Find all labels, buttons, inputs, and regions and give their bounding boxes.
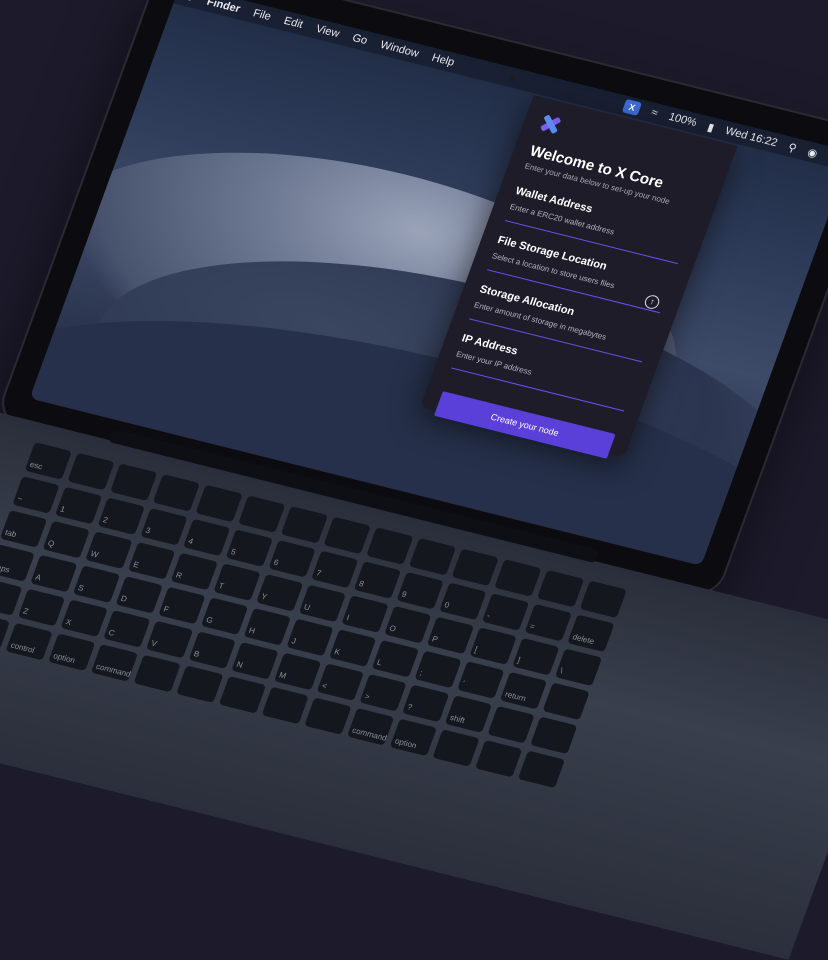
keyboard-key: 1 — [54, 486, 103, 525]
keyboard-key: M — [274, 652, 322, 691]
keyboard-key: return — [499, 671, 548, 710]
keyboard-key: A — [30, 554, 78, 593]
keyboard-key: option — [389, 718, 437, 757]
keyboard-key — [238, 495, 286, 533]
keyboard-key: U — [298, 584, 346, 623]
keyboard-key: R — [170, 552, 218, 591]
menu-app-finder[interactable]: Finder — [205, 0, 242, 15]
keyboard-key — [451, 548, 499, 587]
keyboard-key: control — [5, 622, 53, 661]
keyboard-key: delete — [567, 614, 615, 653]
keyboard-key: ; — [414, 650, 462, 689]
apple-icon[interactable]: ● — [184, 0, 196, 5]
keyboard-key — [366, 527, 414, 565]
menu-file[interactable]: File — [251, 7, 272, 23]
keyboard-key — [133, 654, 181, 693]
keyboard-key: ] — [512, 637, 560, 676]
keyboard-key: D — [115, 576, 163, 614]
keyboard-key: ? — [402, 684, 450, 723]
keyboard-key: 9 — [396, 571, 444, 610]
keyboard-key — [530, 716, 578, 755]
keyboard-key: = — [524, 603, 572, 642]
keyboard-key: S — [72, 565, 121, 604]
keyboard-key: X — [60, 599, 108, 638]
menu-help[interactable]: Help — [430, 52, 456, 69]
keyboard-key: ~ — [12, 476, 60, 514]
keyboard-key — [323, 516, 371, 555]
keyboard-key: O — [384, 605, 432, 644]
keyboard-key: 4 — [183, 518, 231, 557]
keyboard-key: I — [341, 595, 389, 633]
wifi-icon[interactable]: ≈ — [649, 107, 659, 120]
x-core-logo-icon — [537, 112, 563, 136]
keyboard-key: option — [48, 633, 96, 672]
keyboard-key: 8 — [353, 561, 402, 599]
keyboard-key — [537, 569, 585, 608]
keyboard-key: P — [426, 616, 475, 655]
keyboard-key — [195, 484, 243, 523]
keyboard-key — [408, 537, 457, 576]
keyboard-key — [579, 580, 627, 619]
keyboard-key: Z — [17, 588, 66, 627]
keyboard-key: esc — [24, 442, 72, 480]
keyboard-key — [67, 452, 115, 491]
keyboard-key: N — [231, 642, 279, 680]
keyboard-key — [280, 505, 329, 544]
keyboard-key — [487, 705, 535, 744]
x-core-tray-icon[interactable]: X — [621, 98, 643, 116]
keyboard-key: E — [128, 542, 176, 580]
keyboard-key: - — [481, 593, 530, 631]
keyboard-key: caps — [0, 544, 35, 582]
keyboard-key: [ — [469, 627, 517, 665]
keyboard-key: > — [359, 673, 407, 712]
menu-edit[interactable]: Edit — [282, 15, 305, 31]
keyboard-key — [517, 750, 565, 789]
keyboard-key: \ — [554, 648, 603, 687]
battery-icon[interactable]: ▮ — [706, 120, 716, 134]
keyboard-key — [475, 739, 523, 778]
keyboard-key — [494, 559, 542, 597]
keyboard-key — [218, 676, 267, 714]
keyboard-key — [110, 463, 158, 501]
keyboard-key: Q — [42, 520, 90, 559]
siri-icon[interactable]: ◉ — [806, 145, 820, 160]
keyboard-key: shift — [444, 695, 492, 733]
keyboard-key — [176, 665, 224, 703]
keyboard-key: < — [316, 663, 364, 701]
keyboard-key: tab — [0, 510, 48, 548]
keyboard-key: ' — [457, 661, 505, 699]
menu-view[interactable]: View — [314, 23, 341, 40]
battery-status[interactable]: 100% — [667, 111, 698, 129]
keyboard-key — [542, 682, 590, 721]
keyboard-key: 2 — [97, 497, 145, 535]
keyboard-key: K — [329, 629, 377, 667]
keyboard-key: V — [145, 620, 194, 659]
keyboard-key — [261, 686, 309, 725]
keyboard-key: 0 — [439, 582, 487, 621]
keyboard-key — [432, 729, 480, 767]
keyboard-key — [152, 474, 200, 512]
keyboard-key: command — [347, 708, 395, 746]
scene: ● Finder File Edit View Go Window Help X… — [0, 0, 828, 960]
keyboard-key: 7 — [311, 550, 359, 589]
keyboard-key: T — [213, 563, 261, 601]
keyboard-key: 6 — [268, 540, 316, 578]
keyboard-key: L — [371, 639, 419, 678]
keyboard-key: C — [103, 610, 151, 648]
keyboard-key: command — [90, 644, 139, 682]
menu-go[interactable]: Go — [351, 32, 369, 47]
keyboard-key: B — [188, 631, 236, 669]
menu-window[interactable]: Window — [378, 39, 420, 60]
keyboard-key — [304, 697, 352, 735]
keyboard-key: 5 — [225, 529, 273, 567]
keyboard-key: J — [286, 618, 334, 657]
keyboard-key: F — [158, 586, 206, 625]
keyboard-key: Y — [256, 574, 304, 612]
keyboard-key: shift — [0, 578, 23, 616]
search-icon[interactable]: ⚲ — [786, 140, 798, 154]
keyboard-key: G — [201, 597, 249, 635]
keyboard-key: W — [85, 531, 133, 569]
keyboard-key: H — [243, 608, 291, 646]
keyboard-key: 3 — [140, 508, 188, 546]
